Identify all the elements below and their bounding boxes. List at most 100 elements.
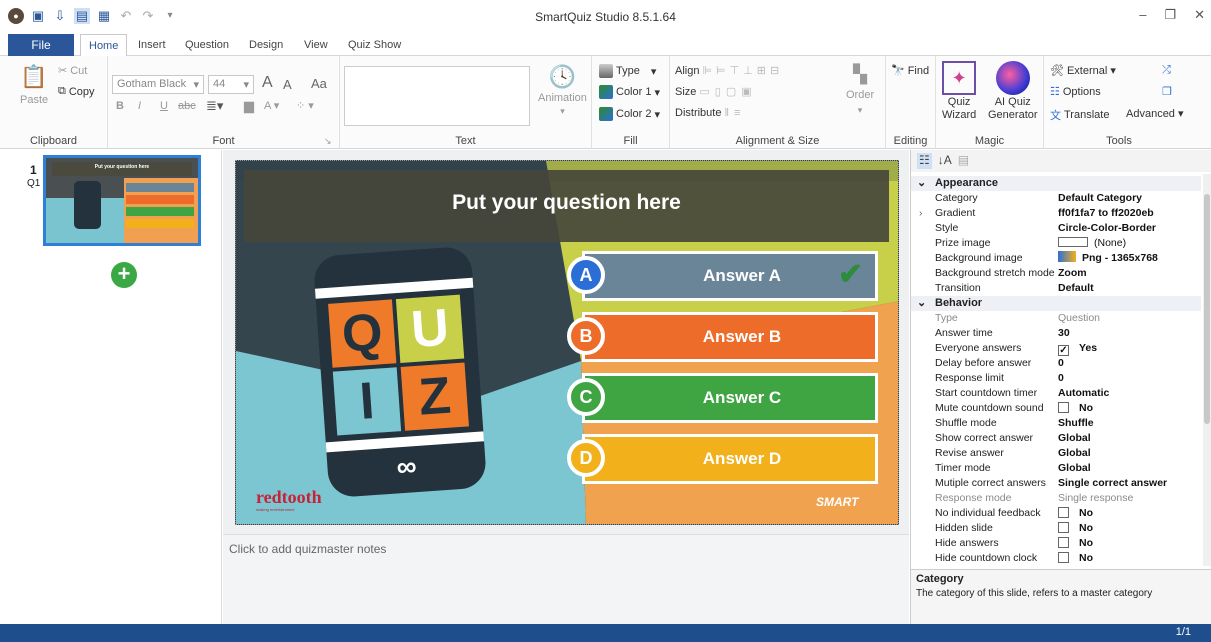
prop-multiple-correct[interactable]: Mutiple correct answers Single correct an… — [911, 476, 1201, 491]
prop-delay-before-answer[interactable]: Delay before answer 0 — [911, 356, 1201, 371]
grow-font-button[interactable]: A — [262, 74, 273, 92]
prop-show-correct[interactable]: Show correct answer Global — [911, 431, 1201, 446]
scrollbar-thumb[interactable] — [1204, 194, 1210, 424]
translate-button[interactable]: 文 Translate — [1050, 107, 1109, 123]
prop-shuffle-mode[interactable]: Shuffle mode Shuffle — [911, 416, 1201, 431]
file-menu[interactable]: File — [8, 34, 74, 56]
shrink-font-button[interactable]: A — [283, 77, 292, 92]
text-align-icon[interactable]: ≣▾ — [206, 98, 223, 114]
prop-hide-countdown-clock[interactable]: Hide countdown clock No — [911, 551, 1201, 566]
prop-category[interactable]: Category Default Category — [911, 191, 1201, 206]
checkbox-unchecked[interactable] — [1058, 552, 1069, 563]
order-button[interactable]: ▚ Order ▾ — [846, 64, 874, 116]
paste-button[interactable]: 📋 Paste — [20, 64, 48, 106]
prop-hide-answers[interactable]: Hide answers No — [911, 536, 1201, 551]
advanced-button[interactable]: Advanced ▾ — [1126, 107, 1183, 121]
answer-a-row[interactable]: Answer A A ✔ — [567, 251, 882, 301]
quizmaster-notes[interactable]: Click to add quizmaster notes — [223, 534, 909, 624]
font-size-select[interactable]: 44 ▾ — [208, 75, 254, 94]
text-label: Text — [455, 135, 476, 147]
ai-quiz-generator-button[interactable]: AI Quiz Generator — [988, 61, 1038, 121]
slide-canvas[interactable]: Put your question here Q U I Z ∞ Answer … — [235, 160, 899, 525]
tab-design[interactable]: Design — [241, 34, 291, 56]
empty-image-icon — [1058, 237, 1088, 247]
tab-home[interactable]: Home — [80, 34, 128, 57]
checkbox-unchecked[interactable] — [1058, 402, 1069, 413]
effects-icon[interactable]: ⁘ ▾ — [296, 99, 314, 112]
prop-type[interactable]: Type Question — [911, 311, 1201, 326]
slide-thumbnail[interactable]: Put your question here — [43, 155, 201, 246]
answer-c-row[interactable]: Answer C C — [567, 373, 882, 423]
animation-icon: 🕓 — [548, 64, 577, 89]
checkbox-unchecked[interactable] — [1058, 507, 1069, 518]
checkbox-checked[interactable]: ✓ — [1058, 345, 1069, 356]
prop-gradient[interactable]: › Gradient ff0f1fa7 to ff2020eb — [911, 206, 1201, 221]
text-preview-box[interactable] — [344, 66, 530, 126]
expand-icon[interactable]: › — [919, 206, 923, 221]
change-case-button[interactable]: Aa — [311, 76, 327, 91]
find-button[interactable]: 🔭 Find — [891, 64, 929, 78]
prop-hidden-slide[interactable]: Hidden slide No — [911, 521, 1201, 536]
highlight-icon[interactable]: ▆ — [244, 98, 254, 114]
answer-d-row[interactable]: Answer D D — [567, 434, 882, 484]
quiz-wizard-button[interactable]: ✦ Quiz Wizard — [942, 61, 976, 121]
prop-prize-image[interactable]: Prize image (None) — [911, 236, 1201, 251]
answer-a-text: Answer A — [703, 266, 781, 285]
copy-button[interactable]: ⧉ Copy — [58, 85, 95, 98]
properties-scrollbar[interactable] — [1203, 174, 1211, 566]
categorized-icon[interactable]: ☷ — [917, 153, 932, 169]
tab-insert[interactable]: Insert — [130, 34, 174, 56]
fill-type-button[interactable]: Type ▾ — [599, 64, 656, 78]
question-text[interactable]: Put your question here — [244, 191, 889, 215]
distribute-button[interactable]: Distribute ‖≡ — [675, 107, 745, 119]
prop-stretch-mode[interactable]: Background stretch mode Zoom — [911, 266, 1201, 281]
property-pages-icon[interactable]: ▤ — [958, 153, 969, 169]
prop-timer-mode[interactable]: Timer mode Global — [911, 461, 1201, 476]
window-icon[interactable]: ❐ — [1162, 85, 1172, 98]
prop-mute-countdown[interactable]: Mute countdown sound No — [911, 401, 1201, 416]
behavior-category[interactable]: ⌄ Behavior — [911, 296, 1201, 311]
appearance-category[interactable]: ⌄ Appearance — [911, 176, 1201, 191]
font-color-icon[interactable]: A ▾ — [264, 99, 279, 112]
prop-everyone-answers[interactable]: Everyone answers ✓ Yes — [911, 341, 1201, 356]
restore-icon[interactable]: ❐ — [1164, 7, 1176, 23]
checkbox-unchecked[interactable] — [1058, 522, 1069, 533]
quiz-phone-graphic: Q U I Z ∞ — [312, 245, 488, 499]
answer-b-row[interactable]: Answer B B — [567, 312, 882, 362]
font-dialog-launcher-icon[interactable]: ↘ — [324, 136, 332, 147]
close-icon[interactable]: ✕ — [1194, 7, 1205, 23]
size-button[interactable]: Size ▭▯▢▣ — [675, 85, 757, 99]
prop-start-countdown[interactable]: Start countdown timer Automatic — [911, 386, 1201, 401]
answer-b-text: Answer B — [702, 327, 782, 346]
thumb-answer-d — [126, 219, 194, 228]
checkbox-unchecked[interactable] — [1058, 537, 1069, 548]
font-family-select[interactable]: Gotham Black ▾ — [112, 75, 204, 94]
animation-button[interactable]: 🕓 Animation ▾ — [538, 64, 587, 117]
underline-button[interactable]: U — [160, 100, 168, 112]
minimize-icon[interactable]: – — [1139, 7, 1146, 23]
tab-question[interactable]: Question — [177, 34, 237, 56]
prop-revise-answer[interactable]: Revise answer Global — [911, 446, 1201, 461]
shuffle-icon[interactable]: ⤮ — [1162, 64, 1171, 77]
add-slide-button[interactable]: + — [111, 262, 137, 288]
cut-button[interactable]: ✂ Cut — [58, 64, 87, 78]
tab-quiz-show[interactable]: Quiz Show — [340, 34, 409, 56]
prop-response-mode[interactable]: Response mode Single response — [911, 491, 1201, 506]
alphabetical-icon[interactable]: ↓A — [938, 153, 952, 169]
tab-view[interactable]: View — [296, 34, 336, 56]
italic-button[interactable]: I — [138, 100, 141, 112]
prop-style[interactable]: Style Circle-Color-Border — [911, 221, 1201, 236]
options-button[interactable]: ☷ Options — [1050, 85, 1101, 99]
prop-no-individual-feedback[interactable]: No individual feedback No — [911, 506, 1201, 521]
prop-transition[interactable]: Transition Default — [911, 281, 1201, 296]
color2-button[interactable]: Color 2 ▾ — [599, 107, 660, 121]
align-button[interactable]: Align ⊫⊨⊤⊥⊞⊟ — [675, 64, 783, 78]
prop-background-image[interactable]: Background image Png - 1365x768 — [911, 251, 1201, 266]
text-group: 🕓 Animation ▾ Text — [340, 56, 592, 149]
prop-answer-time[interactable]: Answer time 30 — [911, 326, 1201, 341]
bold-button[interactable]: B — [116, 100, 124, 112]
prop-response-limit[interactable]: Response limit 0 — [911, 371, 1201, 386]
external-button[interactable]: 🛠 External ▾ — [1050, 64, 1116, 78]
strikethrough-button[interactable]: abc — [178, 100, 196, 112]
color1-button[interactable]: Color 1 ▾ — [599, 85, 660, 99]
